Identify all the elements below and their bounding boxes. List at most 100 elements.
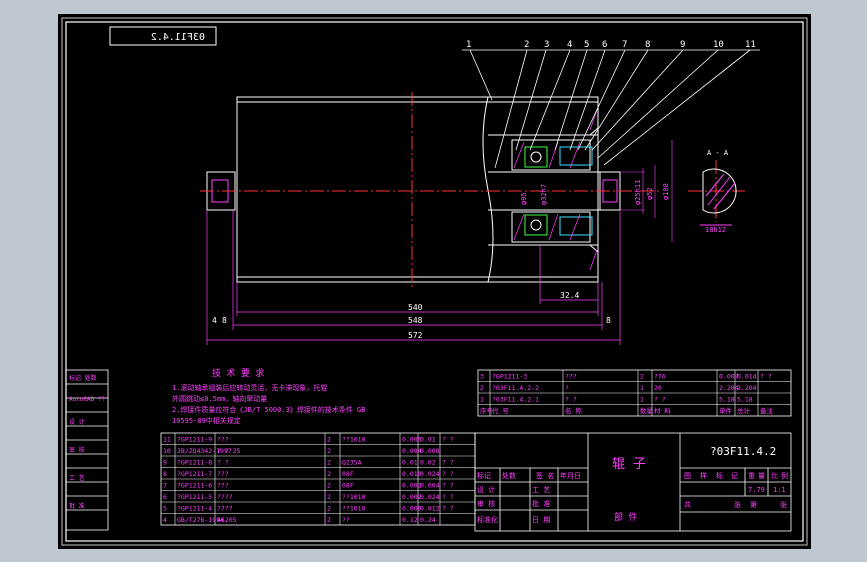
bom-cell: ??? <box>565 373 577 381</box>
bom-cell: 7 <box>163 482 167 490</box>
bom-cell: ? <box>565 384 569 392</box>
bom-cell: 0.006 <box>402 505 422 513</box>
part-number: 3 <box>544 40 549 50</box>
bom-cell: 46205 <box>217 516 237 524</box>
bom-cell: ??1010 <box>342 436 366 444</box>
title-col-labels: 图 样 标 记 重 量 比 例 <box>684 471 788 480</box>
bom-cell: ?GP1211-3 <box>492 373 527 381</box>
tech-line: 外圆跳动≤0.5mm，轴向窜动量 <box>172 394 267 403</box>
title-col-label: 重 <box>748 472 755 480</box>
title-col-label: 标 <box>716 471 723 480</box>
left-block-label: 标记 处数 <box>69 374 97 382</box>
bom-cell: 6 <box>163 493 167 501</box>
bom-cell: ?7?? <box>217 505 233 513</box>
bom-header-cell: 材 料 <box>654 406 671 415</box>
bom-cell: 2 <box>327 482 331 490</box>
title-col-label: 图 <box>684 472 691 480</box>
bom-header-cell: 名 称 <box>565 406 582 415</box>
left-block-label: 工 艺 <box>69 474 85 482</box>
bom-cell: ? ? <box>442 482 454 490</box>
bom-cell: 10 <box>163 447 171 455</box>
bom-cell: ??? <box>217 470 229 478</box>
part-number: 4 <box>567 40 572 50</box>
part-number: 6 <box>602 40 607 50</box>
bom-cell: 0.005 <box>402 436 422 444</box>
sign-label: 标准化 <box>477 515 498 524</box>
bom-cell: 0.024 <box>420 470 440 478</box>
part-number: 2 <box>524 40 529 50</box>
dim-540: 540 <box>408 303 423 312</box>
part-number: 7 <box>622 40 627 50</box>
bom-cell: 2 <box>327 505 331 513</box>
sheet-label: 张 <box>734 500 741 509</box>
bom-cell: 2 <box>327 436 331 444</box>
tech-line: 1.滚动轴承组装后应转动灵活，无卡滞现象，托辊 <box>172 383 327 392</box>
bom-cell: 0.008 <box>420 447 440 455</box>
sheet-label: 张 <box>780 500 787 509</box>
mirror-id-text: 03F11.4.2 <box>151 32 205 43</box>
title-col-label: 样 <box>700 471 707 480</box>
part-number: 11 <box>745 40 756 50</box>
title-col-label: 例 <box>781 471 788 480</box>
bom-cell: 08F <box>342 482 354 490</box>
title-col-label: 记 <box>731 472 738 480</box>
tech-line: 2.焊接件质量应符合《JB/T 5000.3》焊接件的技术条件 GB <box>172 405 365 414</box>
bom-cell: ? ? <box>442 459 454 467</box>
bom-cell: ?GP1211-4 <box>177 505 212 513</box>
bom-cell: 2 <box>327 459 331 467</box>
bom-cell: 0.01 <box>402 459 418 467</box>
bom-cell: 2 <box>480 384 484 392</box>
bom-header-cell: 代 号 <box>492 406 509 415</box>
bom-cell: ?GP1211-6 <box>177 482 212 490</box>
sign-row-label: 年月日 <box>560 471 581 480</box>
bom-cell: ? ? <box>565 396 577 404</box>
part-number: 10 <box>713 40 724 50</box>
sign-row-label: 签 名 <box>536 471 554 480</box>
bom-cell: ?? <box>342 516 350 524</box>
dim-phi32: φ32h7 <box>540 184 548 205</box>
bom-cell: ? ? <box>760 373 772 381</box>
left-block-label: AutoCAD ?? <box>69 396 106 403</box>
title-col-label: 量 <box>758 472 765 480</box>
bom-cell: 1 <box>480 396 484 404</box>
sign-row-label: 标记 <box>477 471 491 480</box>
weight-value: 7.79 <box>748 486 765 494</box>
bom-cell: 0.010 <box>402 470 422 478</box>
bom-cell: ? ? <box>442 493 454 501</box>
bom-cell: ?GP1211-8 <box>177 459 212 467</box>
part-number: 8 <box>645 40 650 50</box>
bom-cell: 5 <box>163 505 167 513</box>
bom-cell: Q235A <box>342 459 362 467</box>
part-number: 5 <box>584 40 589 50</box>
left-block-label: 批 准 <box>69 502 85 510</box>
bom-cell: ?03F11.4.2-2 <box>492 384 539 392</box>
bom-cell: ? ? <box>654 396 666 404</box>
dim-324: 32.4 <box>560 291 579 300</box>
bom-cell: 0.002 <box>402 493 422 501</box>
drawing-number: ?03F11.4.2 <box>710 445 776 458</box>
bom-cell: 2 <box>327 447 331 455</box>
bom-cell: 8 <box>163 470 167 478</box>
bom-header-cell: 总计 <box>737 406 751 415</box>
bom-cell: 4 <box>163 516 167 524</box>
dim-8-right: 8 <box>606 316 611 325</box>
bom-cell: 0.007 <box>719 373 739 381</box>
bom-cell: 20 <box>654 384 662 392</box>
bom-cell: 11 <box>163 436 171 444</box>
bom-cell: 0.014 <box>737 373 757 381</box>
sign-label: 日 期 <box>532 516 550 524</box>
bom-cell: ??? <box>217 436 229 444</box>
bom-cell: ?GP1211-7 <box>177 470 212 478</box>
bom-cell: 5.18 <box>719 396 735 404</box>
dim-4: 4 <box>212 316 217 325</box>
bom-cell: 5.18 <box>737 396 753 404</box>
bom-cell: ?76 <box>654 373 666 381</box>
bom-cell: 0.02 <box>420 459 436 467</box>
section-a-label: A - A <box>707 149 729 157</box>
bom-header-cell: 单件 <box>719 406 733 415</box>
bom-cell: ??? <box>217 482 229 490</box>
bom-cell: 2 <box>327 493 331 501</box>
bom-cell: ? ? <box>442 470 454 478</box>
bom-cell: ?GP1211-9 <box>177 436 212 444</box>
bom-cell: ??1010 <box>342 505 366 513</box>
